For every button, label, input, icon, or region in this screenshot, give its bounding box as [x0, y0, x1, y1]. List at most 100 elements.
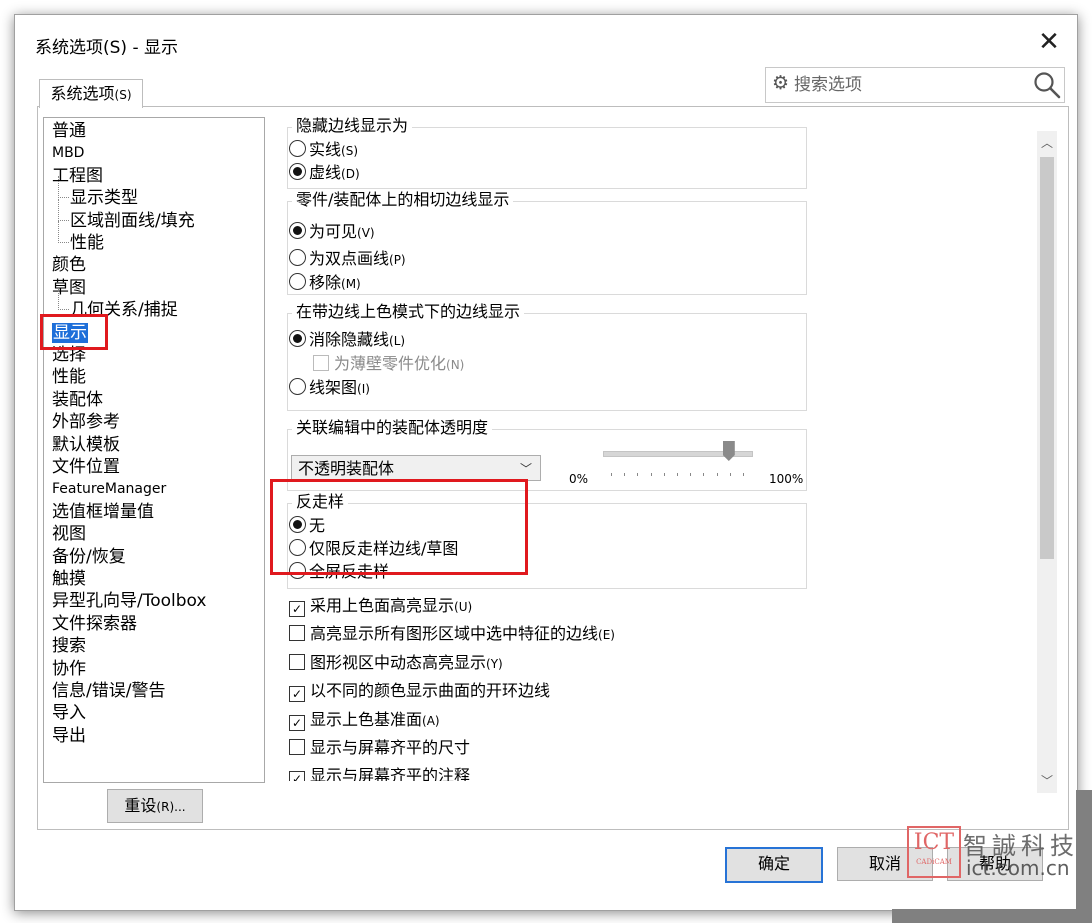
checkmark-icon[interactable]: ✓ — [289, 771, 305, 781]
option-label: 移除 — [309, 273, 342, 292]
slider-max-label: 100% — [769, 472, 804, 486]
highlight-display-item — [40, 314, 108, 350]
checkmark-icon[interactable]: ✓ — [289, 686, 305, 702]
radio-indicator[interactable] — [289, 330, 306, 347]
checkmark-icon[interactable]: ✓ — [289, 601, 305, 617]
ok-button[interactable]: 确定 — [725, 847, 823, 883]
tree-item[interactable]: 导入 — [52, 702, 86, 724]
chevron-up-icon[interactable]: ︿ — [1037, 133, 1057, 153]
checkbox-indicator[interactable] — [313, 355, 329, 371]
search-icon[interactable] — [1032, 70, 1062, 100]
option-label: 为双点画线 — [309, 249, 390, 268]
tree-item[interactable]: 文件探索器 — [52, 613, 137, 635]
option-hotkey: (M) — [341, 277, 361, 291]
tree-item[interactable]: 性能 — [58, 221, 104, 254]
reset-button[interactable]: 重设(R)... — [107, 789, 203, 823]
option-hotkey: (E) — [598, 628, 615, 642]
vertical-scrollbar[interactable]: ︿ ﹀ — [1037, 131, 1057, 793]
option-label: 线架图 — [309, 378, 358, 397]
group-hidden-edges: 隐藏边线显示为 — [287, 117, 807, 189]
radio-solid-line[interactable]: 实线(S) — [289, 139, 358, 161]
option-label: 实线 — [309, 140, 342, 159]
tree-item[interactable]: 区域剖面线/填充 — [58, 198, 195, 232]
tree-item[interactable]: 外部参考 — [52, 411, 120, 433]
watermark-logo-sub: CADiCAM — [916, 858, 952, 866]
dialog-title: 系统选项(S) - 显示 — [35, 38, 178, 58]
radio-phantom-line[interactable]: 为双点画线(P) — [289, 248, 406, 270]
watermark-url: ict.com.cn — [966, 856, 1070, 880]
option-label: 高亮显示所有图形区域中选中特征的边线 — [310, 624, 599, 643]
watermark-logo: ICT CADiCAM — [907, 826, 961, 878]
radio-indicator[interactable] — [289, 249, 306, 266]
display-checkbox[interactable]: 图形视区中动态高亮显示(Y) — [289, 652, 503, 674]
close-icon[interactable]: ✕ — [1031, 25, 1067, 59]
tree-item[interactable]: 显示类型 — [58, 176, 138, 209]
checkmark-icon[interactable]: ✓ — [289, 715, 305, 731]
tree-item[interactable]: 协作 — [52, 658, 86, 680]
option-label: 显示与屏幕齐平的尺寸 — [310, 738, 471, 757]
display-checkbox[interactable]: ✓ 显示与屏幕齐平的注释 — [289, 765, 470, 781]
tree-item[interactable]: 导出 — [52, 725, 86, 747]
tree-item[interactable]: 信息/错误/警告 — [52, 680, 165, 702]
tree-item-label: 区域剖面线/填充 — [70, 210, 195, 231]
option-hotkey: (N) — [446, 358, 465, 372]
option-hotkey: (D) — [341, 167, 360, 181]
tree-item[interactable]: FeatureManager — [52, 478, 166, 500]
option-label: 采用上色面高亮显示 — [310, 596, 455, 615]
option-hotkey: (V) — [357, 226, 375, 240]
tree-item-label: 信息/错误/警告 — [52, 681, 166, 701]
radio-indicator[interactable] — [289, 140, 306, 157]
display-checkbox[interactable]: 高亮显示所有图形区域中选中特征的边线(E) — [289, 623, 615, 645]
radio-visible[interactable]: 为可见(V) — [289, 221, 375, 243]
display-options-content: 隐藏边线显示为 实线(S) 虚线(D) 零件/装配体上的相切边线显示 为可见(V… — [277, 117, 1047, 781]
option-label: 显示与屏幕齐平的注释 — [310, 766, 471, 781]
display-checkbox[interactable]: ✓ 以不同的颜色显示曲面的开环边线 — [289, 680, 550, 702]
radio-hlr[interactable]: 消除隐藏线(L) — [289, 329, 405, 351]
checkbox-indicator[interactable] — [289, 739, 305, 755]
search-input[interactable] — [792, 72, 1026, 98]
slider-tick — [729, 473, 731, 476]
checkbox-thin-part-optimize[interactable]: 为薄壁零件优化(N) — [313, 353, 464, 375]
chevron-down-icon[interactable]: ﹀ — [1037, 771, 1057, 791]
transparency-select[interactable]: 不透明装配体 ﹀ — [291, 455, 541, 481]
tree-item[interactable]: 视图 — [52, 523, 86, 545]
tree-item[interactable]: 装配体 — [52, 389, 103, 411]
radio-indicator[interactable] — [289, 163, 306, 180]
slider-tick — [637, 473, 639, 476]
tab-hotkey: (S) — [114, 88, 132, 102]
tree-item[interactable]: 文件位置 — [52, 456, 120, 478]
display-checkbox[interactable]: 显示与屏幕齐平的尺寸 — [289, 737, 470, 759]
tree-item[interactable]: 默认模板 — [52, 434, 120, 456]
checkbox-indicator[interactable] — [289, 625, 305, 641]
slider-tick — [743, 473, 744, 476]
radio-indicator[interactable] — [289, 273, 306, 290]
tree-item[interactable]: 备份/恢复 — [52, 546, 126, 568]
tree-item[interactable]: 搜索 — [52, 635, 86, 657]
tree-item-label: 选值框增量值 — [52, 501, 154, 522]
tree-item[interactable]: 颜色 — [52, 254, 86, 276]
group-title: 关联编辑中的装配体透明度 — [292, 418, 493, 438]
tree-item[interactable]: 选值框增量值 — [52, 501, 154, 523]
tree-item[interactable]: 性能 — [52, 366, 86, 388]
tree-item[interactable]: MBD — [52, 142, 84, 164]
select-value: 不透明装配体 — [298, 459, 395, 478]
display-checkbox[interactable]: ✓ 显示上色基准面(A) — [289, 709, 440, 731]
checkbox-indicator[interactable] — [289, 654, 305, 670]
display-checkbox[interactable]: ✓ 采用上色面高亮显示(U) — [289, 595, 472, 617]
reset-label: 重设 — [124, 796, 157, 815]
tree-item[interactable]: 触摸 — [52, 568, 86, 590]
radio-remove[interactable]: 移除(M) — [289, 272, 361, 294]
scrollbar-thumb[interactable] — [1040, 157, 1054, 559]
tree-item-label: 触摸 — [52, 569, 86, 589]
tree-item-label: 普通 — [52, 121, 86, 141]
radio-indicator[interactable] — [289, 378, 306, 395]
option-label: 以不同的颜色显示曲面的开环边线 — [310, 681, 551, 700]
tree-item[interactable]: 普通 — [52, 120, 86, 142]
tab-system-options[interactable]: 系统选项(S) — [39, 79, 143, 108]
radio-dashed-line[interactable]: 虚线(D) — [289, 162, 360, 184]
tree-item[interactable]: 异型孔向导/Toolbox — [52, 590, 206, 612]
group-title: 在带边线上色模式下的边线显示 — [292, 302, 525, 322]
radio-indicator[interactable] — [289, 222, 306, 239]
radio-wireframe[interactable]: 线架图(I) — [289, 377, 370, 399]
search-box[interactable]: ⚙ — [765, 67, 1065, 103]
